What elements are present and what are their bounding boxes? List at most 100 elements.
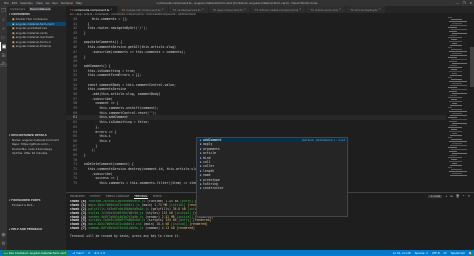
notifications-icon[interactable]: 🔔 (469, 251, 472, 255)
typescript-file-icon: TS (70, 7, 74, 12)
close-tab-icon[interactable]: × (299, 8, 301, 11)
tab-containers[interactable]: Containers (9, 7, 26, 11)
menu-selection[interactable]: Selection (20, 1, 33, 5)
minimap-line (452, 53, 462, 54)
minimap-line (451, 69, 457, 70)
account-icon[interactable]: ◉ (0, 230, 7, 239)
minimap-line (452, 63, 467, 64)
terminal-select[interactable]: 1: node (428, 194, 443, 198)
suggestion-item[interactable]: ▪ constructor (197, 186, 347, 190)
scrollbar-thumb[interactable] (470, 47, 474, 87)
menu-edit[interactable]: Edit (12, 1, 17, 5)
search-icon[interactable]: ⌕ (0, 15, 7, 24)
tab-ports[interactable]: Ports (153, 194, 162, 198)
code-text: this.router.navigateByUrl('/'); (80, 26, 148, 31)
problems-indicator[interactable]: ⊗ 0 ⚠ 0 (94, 251, 105, 255)
close-window-button[interactable]: ✕ (469, 1, 472, 5)
editor-tab[interactable]: TS app.component.ts × (208, 6, 251, 13)
tab-devcontainers[interactable]: Devcontainers (29, 7, 52, 11)
minimap-line (452, 123, 467, 124)
editor-tab[interactable]: TS article.service.ts × (306, 6, 347, 13)
language-mode[interactable]: TypeScript (451, 251, 465, 255)
editor-tab[interactable]: TS review-list.component.ts × (117, 6, 169, 13)
split-terminal-button[interactable]: ⊟ (450, 194, 452, 198)
run-debug-icon[interactable]: ▷ (0, 33, 7, 42)
minimap-line (449, 161, 462, 162)
new-terminal-button[interactable]: + (445, 194, 447, 198)
editor-tab[interactable]: TS comments.component.ts × (66, 6, 118, 13)
minimap-line (448, 107, 452, 108)
menu-view[interactable]: View (36, 1, 43, 5)
docker-icon[interactable]: ⛴ (0, 60, 7, 69)
menu-file[interactable]: File (4, 1, 9, 5)
line-number: 75 (73, 181, 77, 186)
menu-terminal[interactable]: Terminal (61, 1, 73, 5)
close-tab-icon[interactable]: × (244, 8, 246, 11)
minimap-line (452, 163, 457, 164)
container-icon: ▣ (12, 30, 15, 35)
encoding[interactable]: UTF-8 (432, 251, 440, 255)
editor-tab[interactable]: TS article-create.component.ts × (250, 6, 307, 13)
minimap-line (452, 23, 462, 24)
source-control-icon[interactable]: ⑂ (0, 24, 7, 33)
maximize-button[interactable]: ❐ (463, 1, 466, 5)
minimap-line (450, 25, 467, 26)
close-tab-icon[interactable]: × (378, 8, 380, 11)
minimap-line (449, 51, 467, 52)
close-tab-icon[interactable]: × (110, 8, 112, 11)
settings-gear-icon[interactable]: ⚙ (0, 239, 7, 248)
tab-terminal[interactable]: Terminal (134, 194, 148, 199)
minimap-line (449, 101, 462, 102)
minimap-line (451, 29, 467, 30)
kill-terminal-button[interactable]: 🗑 (456, 194, 460, 198)
editor-scrollbar[interactable] (470, 17, 474, 192)
line-ending[interactable]: LF (444, 251, 447, 255)
editor-tab[interactable]: TS review.service.ts × (168, 6, 209, 13)
container-label: angular-material-cards (15, 30, 48, 35)
code-text: } (80, 31, 86, 36)
maximize-panel-button[interactable]: ⌃ (462, 194, 464, 198)
tab-debug-console[interactable]: Debug Console (106, 194, 130, 198)
minimap[interactable] (448, 17, 470, 192)
autocomplete-suggest-widget[interactable]: ◈ addComment (method) addComment(): void ▪ a… (196, 137, 348, 217)
container-label: angular-material-form-card (15, 21, 54, 26)
minimap-line (450, 105, 462, 106)
minimap-line (451, 49, 462, 50)
typescript-file-icon: TS (254, 7, 259, 12)
editor-tab-label: review.service.ts (177, 7, 201, 12)
minimize-button[interactable]: — (456, 1, 459, 5)
close-tab-icon[interactable]: × (339, 8, 341, 11)
close-tab-icon[interactable]: × (162, 8, 164, 11)
remote-explorer-icon[interactable]: ▣ (0, 42, 7, 51)
container-label: Docker Hub containers (15, 17, 48, 21)
remote-indicator[interactable]: ⟷ Dev Container: angular-material-form-c… (2, 250, 69, 256)
extensions-icon[interactable]: ⊞ (0, 51, 7, 60)
cursor-position[interactable]: Ln 61, Col 26 (393, 251, 411, 255)
close-panel-button[interactable]: ✕ (468, 194, 470, 198)
minimap-line (452, 113, 462, 114)
editor-tab-bar: TS comments.component.ts × TS review-list.co… (66, 6, 474, 13)
files-icon[interactable]: ❐ (0, 6, 7, 15)
minimap-line (449, 41, 462, 42)
minimap-line (448, 17, 452, 18)
indentation[interactable]: Spaces: 2 (415, 251, 428, 255)
menu-run[interactable]: Run (53, 1, 58, 5)
minimap-line (450, 35, 457, 36)
tab-problems[interactable]: Problems (70, 194, 85, 198)
container-icon: ▣ (12, 17, 15, 21)
sync-icon[interactable]: ⟳ (88, 251, 90, 255)
branch-indicator[interactable]: ⎇ main* (72, 251, 84, 255)
container-icon: ▣ (12, 44, 15, 48)
editor-tab[interactable]: TS article-display.ts × (346, 6, 386, 13)
editor-area: TS comments.component.ts × TS review-list.co… (66, 6, 474, 250)
minimap-line (452, 173, 462, 174)
menu-help[interactable]: Help (76, 1, 82, 5)
minimap-line (451, 99, 457, 100)
minimap-line (448, 47, 452, 48)
code-text: } (80, 152, 86, 157)
minimap-line (450, 135, 462, 136)
help-section-header[interactable]: ▸ HELP AND FEEDBACK (7, 227, 66, 232)
tab-output[interactable]: Output (90, 194, 101, 198)
menu-go[interactable]: Go (46, 1, 50, 5)
close-tab-icon[interactable]: × (202, 8, 204, 11)
